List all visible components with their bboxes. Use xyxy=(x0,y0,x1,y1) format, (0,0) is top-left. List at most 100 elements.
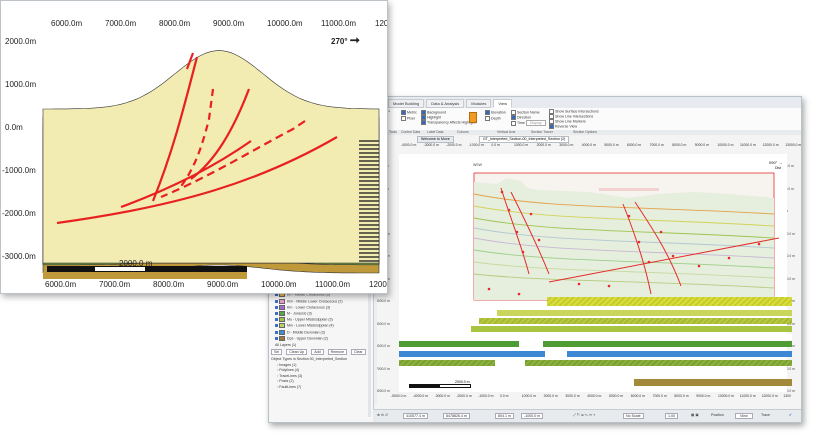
y-tick-label-left: -7000.0 m xyxy=(375,366,390,371)
panel-button[interactable]: Clean Up xyxy=(286,349,308,355)
layer-checkbox[interactable] xyxy=(275,305,278,309)
layer-label: Dps - Upper Devonian (2) xyxy=(287,336,328,341)
x-tick-label-top: 9000.0 m xyxy=(694,143,709,147)
elevation-field[interactable]: 1.00 xyxy=(665,413,678,419)
cross-section-window: 6000.0m 7000.0m 8000.0m 9000.0m 10000.0m 1100… xyxy=(0,0,388,294)
y-tick-label-left: -4000.0 m xyxy=(375,299,390,303)
coord-y-field[interactable]: 8478826.4 m xyxy=(443,413,470,419)
front-scale-label: 2000.0 m xyxy=(119,259,153,268)
x-tick-label-top: 0.0 m xyxy=(491,143,500,147)
x-tick-label-bottom: 6000.0 m xyxy=(630,394,645,398)
z-field[interactable]: 804.1 m xyxy=(495,413,514,419)
layer-swatch xyxy=(279,329,285,335)
object-type-item[interactable]: ▫ Images (1) xyxy=(277,363,296,367)
object-type-item[interactable]: ▫ Polylines (4) xyxy=(277,368,299,372)
x-tick-label-bottom: 3000.0 m xyxy=(565,394,580,398)
x-tick-label-bottom: 1000.0 m xyxy=(521,394,536,398)
layer-list-item[interactable]: Mu - Upper Mississippian (3) xyxy=(275,317,333,323)
zoom-icon[interactable]: ⊕ ⊖ ↺ xyxy=(377,413,388,417)
object-type-item[interactable]: ▫ TraceLines (3) xyxy=(277,374,302,378)
elevation-radio[interactable]: Elevation xyxy=(485,110,506,115)
time-checkbox[interactable]: Time Display xyxy=(511,120,546,126)
tab-data-analysis[interactable]: Data & Analysis xyxy=(426,99,465,108)
front-y-tick: -2000.0m xyxy=(2,209,36,218)
layer-checkbox[interactable] xyxy=(275,330,278,334)
x-tick-label-bottom: 7000.0 m xyxy=(652,394,667,398)
group-label-data: Label Data xyxy=(427,130,444,134)
layer-list-item[interactable]: Mm - Lower Mississippian (4) xyxy=(275,323,334,329)
coord-x-field[interactable]: 410577.4 m xyxy=(403,413,428,419)
cross-section-chart xyxy=(42,31,380,279)
front-y-tick: -3000.0m xyxy=(2,252,36,261)
front-x-tick-bottom: 8000.0m xyxy=(153,280,185,289)
layers-scrollbar[interactable] xyxy=(368,277,371,417)
position-label: Position xyxy=(711,413,724,417)
x-tick-label-top: 4000.0 m xyxy=(581,143,596,147)
ribbon-tabs: Model Building Data & Analysis Modules View xyxy=(388,99,514,108)
layer-list-item[interactable]: D - Middle Devonian (3) xyxy=(275,329,325,335)
x-tick-label-bottom: 0.0 m xyxy=(500,394,509,398)
x-tick-label-top: 7000.0 m xyxy=(649,143,664,147)
layer-label: Mm - Lower Mississippian (4) xyxy=(287,323,334,328)
toolbar-icons[interactable]: ⤢ ⇱ ⊞ ✎ ✂ ⌖ xyxy=(573,413,595,417)
x-tick-label-top: 2000.0 m xyxy=(536,143,551,147)
position-field[interactable]: View xyxy=(735,413,753,419)
doc-tab-section[interactable]: GT_Interpreted_Section-00_Interpreted_Se… xyxy=(479,136,570,143)
x-tick-label-bottom: 8000.0 m xyxy=(674,394,689,398)
x-tick-label-bottom: 10000.0 m xyxy=(718,394,735,398)
layer-swatch xyxy=(279,311,285,316)
doc-tab-welcome[interactable]: Welcome to Move xyxy=(417,136,454,143)
x-tick-label-bottom: -1000.0 m xyxy=(478,394,494,398)
x-tick-label-top: 6000.0 m xyxy=(627,143,642,147)
front-x-tick-bottom: 10000.0m xyxy=(261,280,297,289)
layer-list-item[interactable]: M - Jurassic (3) xyxy=(275,311,312,316)
ribbon: ▭ Metric Pixel Background Highlight Tran… xyxy=(387,108,801,131)
section-canvas[interactable]: 2000.0 m WSW 090° → Dist xyxy=(399,154,792,392)
grid-icon[interactable]: ▦ ▣ xyxy=(691,413,699,417)
layer-checkbox[interactable] xyxy=(275,324,278,328)
layer-list-item[interactable]: Klm - Middle Lower Cretaceous (2) xyxy=(275,298,343,304)
layer-list-item[interactable]: Km - Lower Cretaceous (3) xyxy=(275,304,330,310)
object-type-item[interactable]: ▫ Posts (2) xyxy=(277,379,294,383)
group-vertical-axis: Vertical Axis xyxy=(497,130,516,134)
depth-radio[interactable]: Depth xyxy=(485,116,501,121)
pixel-radio[interactable]: Pixel xyxy=(401,116,415,121)
tab-model-building[interactable]: Model Building xyxy=(388,99,425,108)
z2-field[interactable]: -1000.0 m xyxy=(521,413,544,419)
x-tick-label-bottom: -3000.0 m xyxy=(434,394,450,398)
front-x-tick-top: 10000.0m xyxy=(267,19,303,28)
layer-label: Mu - Upper Mississippian (3) xyxy=(287,317,333,322)
colour-swatch[interactable] xyxy=(469,112,477,124)
apply-icon[interactable]: ✔ xyxy=(789,413,792,417)
layer-swatch xyxy=(279,317,285,323)
reverse-view-checkbox[interactable]: Reverse View xyxy=(549,124,577,129)
panel-button[interactable]: Sel xyxy=(271,349,283,355)
scale-bar xyxy=(409,384,471,388)
tab-view[interactable]: View xyxy=(493,99,512,108)
x-tick-label-bottom: 12000.0 m xyxy=(761,394,778,398)
layer-checkbox[interactable] xyxy=(275,336,278,340)
layer-checkbox[interactable] xyxy=(275,318,278,322)
metric-radio[interactable]: Metric xyxy=(401,110,417,115)
layer-list-item[interactable]: Dps - Upper Devonian (2) xyxy=(275,335,328,341)
layer-checkbox[interactable] xyxy=(275,312,278,315)
panel-button[interactable]: Clear xyxy=(350,349,366,355)
x-tick-label-top: 1000.0 m xyxy=(514,143,529,147)
x-tick-label-bottom: 5000.0 m xyxy=(609,394,624,398)
layer-swatch xyxy=(279,323,285,329)
object-types-title: Object Types in Section 00_Interpreted_S… xyxy=(271,357,348,361)
scale-select[interactable]: No Scale xyxy=(623,413,644,419)
panel-button[interactable]: Add xyxy=(311,349,324,355)
layer-checkbox[interactable] xyxy=(275,299,278,303)
x-tick-label-bottom: 1300 xyxy=(783,394,791,398)
transparency-checkbox[interactable]: Transparency Affects Highlight xyxy=(421,120,476,125)
layer-bar-olive-green xyxy=(399,360,792,366)
x-axis-bottom: -5000.0 m -4000.0 m -3000.0 m -2000.0 m -100… xyxy=(387,394,801,400)
object-type-item[interactable]: ▫ FaultLines (7) xyxy=(277,385,301,389)
tab-modules[interactable]: Modules xyxy=(466,99,492,108)
layer-bar-brown xyxy=(634,379,792,386)
group-tools: Tools xyxy=(389,130,397,134)
layer-swatch xyxy=(279,304,285,310)
panel-button[interactable]: Remove xyxy=(327,349,347,355)
layer-bar-blue xyxy=(399,351,792,357)
